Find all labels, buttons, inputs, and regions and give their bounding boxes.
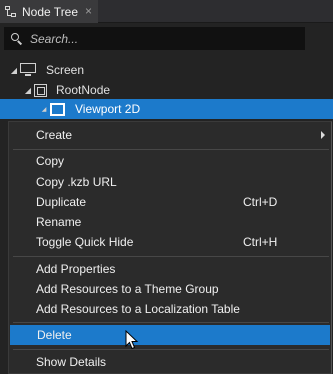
submenu-arrow-icon xyxy=(321,131,325,139)
menu-item-label: Toggle Quick Hide xyxy=(36,235,134,249)
close-icon[interactable]: × xyxy=(85,4,92,18)
menu-separator xyxy=(13,322,329,323)
menu-item-delete[interactable]: Delete xyxy=(10,325,330,345)
search-input[interactable] xyxy=(30,31,300,46)
tree-item-label: Viewport 2D xyxy=(75,102,141,116)
tab-strip: Node Tree × xyxy=(0,0,333,23)
menu-item-label: Add Properties xyxy=(36,262,116,276)
menu-item-label: Copy .kzb URL xyxy=(36,175,117,189)
menu-item-copy-kzb-url[interactable]: Copy .kzb URL xyxy=(9,172,331,192)
tab-label: Node Tree xyxy=(22,4,79,19)
menu-item-create[interactable]: Create xyxy=(9,125,331,145)
menu-item-label: Copy xyxy=(36,154,65,168)
menu-item-label: Create xyxy=(36,128,73,142)
node-tree-icon xyxy=(5,5,17,18)
menu-item-label: Add Resources to a Localization Table xyxy=(36,302,240,316)
menu-item-toggle-quick-hide[interactable]: Toggle Quick Hide Ctrl+H xyxy=(9,232,331,252)
menu-item-rename[interactable]: Rename xyxy=(9,212,331,232)
tree-item-viewport-2d[interactable]: ◢ Viewport 2D xyxy=(38,99,140,119)
expand-arrow-icon[interactable]: ◢ xyxy=(38,106,50,113)
menu-item-show-details[interactable]: Show Details xyxy=(9,352,331,372)
search-box xyxy=(4,27,305,50)
tree-item-label: Screen xyxy=(46,63,85,77)
menu-separator xyxy=(13,349,329,350)
menu-item-duplicate[interactable]: Duplicate Ctrl+D xyxy=(9,192,331,212)
menu-item-label: Show Details xyxy=(36,355,107,369)
screen-icon xyxy=(20,63,36,77)
menu-item-add-resources-localization-table[interactable]: Add Resources to a Localization Table xyxy=(9,299,331,319)
menu-item-copy[interactable]: Copy xyxy=(9,151,331,171)
mouse-cursor-icon xyxy=(125,330,139,350)
menu-separator xyxy=(13,149,329,150)
expand-arrow-icon[interactable]: ◢ xyxy=(8,66,20,75)
menu-item-add-properties[interactable]: Add Properties xyxy=(9,259,331,279)
node-icon xyxy=(34,83,47,97)
menu-separator xyxy=(13,256,329,257)
tree-item-screen[interactable]: ◢ Screen xyxy=(8,60,84,80)
search-icon xyxy=(11,32,23,45)
menu-item-shortcut: Ctrl+H xyxy=(243,235,278,249)
menu-item-label: Rename xyxy=(36,215,82,229)
tree-item-rootnode[interactable]: ◢ RootNode xyxy=(22,80,110,100)
viewport-icon xyxy=(50,102,65,116)
menu-item-label: Add Resources to a Theme Group xyxy=(36,282,219,296)
menu-item-shortcut: Ctrl+D xyxy=(243,195,278,209)
context-menu: Create Copy Copy .kzb URL Duplicate Ctrl… xyxy=(8,121,332,374)
menu-item-label: Duplicate xyxy=(36,195,87,209)
node-tree-panel: Node Tree × ◢ Screen ◢ RootNode ◢ Viewpo… xyxy=(0,0,333,374)
menu-item-add-resources-theme-group[interactable]: Add Resources to a Theme Group xyxy=(9,279,331,299)
tab-node-tree[interactable]: Node Tree × xyxy=(0,0,98,23)
tree-item-label: RootNode xyxy=(56,83,111,97)
menu-item-label: Delete xyxy=(37,328,72,342)
expand-arrow-icon[interactable]: ◢ xyxy=(22,86,34,95)
